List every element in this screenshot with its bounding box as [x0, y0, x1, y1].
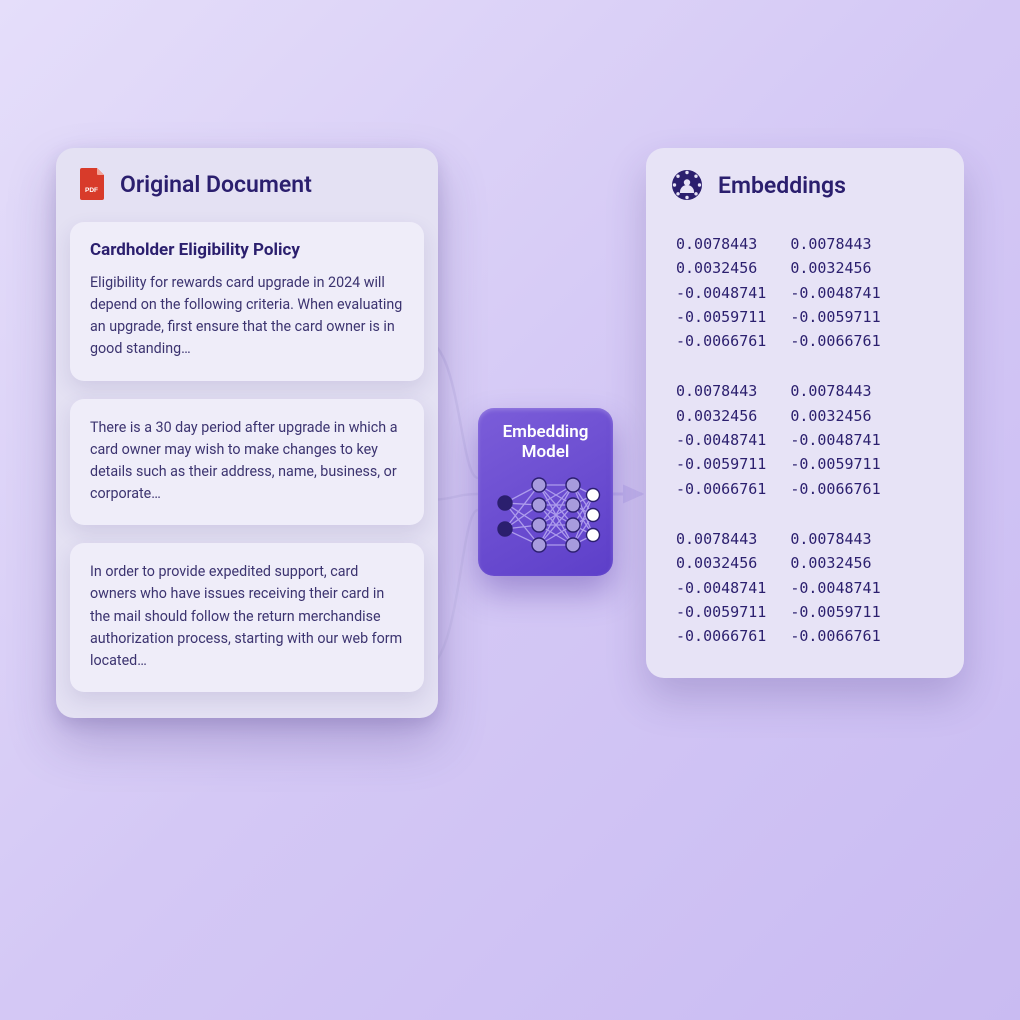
- embedding-value: -0.0066761: [790, 624, 880, 648]
- embedding-value: 0.0078443: [790, 527, 880, 551]
- embedding-value: -0.0066761: [790, 477, 880, 501]
- document-header: PDF Original Document: [56, 148, 438, 216]
- embedding-value: 0.0032456: [676, 256, 766, 280]
- embedding-value: 0.0032456: [790, 404, 880, 428]
- embeddings-column: 0.00784430.0032456-0.0048741-0.0059711-0…: [676, 379, 766, 500]
- pdf-icon: PDF: [80, 168, 106, 200]
- embedding-value: -0.0059711: [676, 600, 766, 624]
- embeddings-group: 0.00784430.0032456-0.0048741-0.0059711-0…: [676, 527, 940, 648]
- model-label-line: Model: [522, 442, 570, 462]
- document-body: Cardholder Eligibility Policy Eligibilit…: [56, 216, 438, 718]
- embeddings-column: 0.00784430.0032456-0.0048741-0.0059711-0…: [676, 527, 766, 648]
- embedding-value: -0.0048741: [790, 281, 880, 305]
- original-document-card: PDF Original Document Cardholder Eligibi…: [56, 148, 438, 718]
- embeddings-column: 0.00784430.0032456-0.0048741-0.0059711-0…: [790, 232, 880, 353]
- embeddings-column: 0.00784430.0032456-0.0048741-0.0059711-0…: [790, 527, 880, 648]
- embedding-model-label: Embedding Model: [503, 422, 589, 463]
- embedding-value: -0.0048741: [676, 281, 766, 305]
- embedding-value: -0.0059711: [790, 600, 880, 624]
- embedding-value: 0.0078443: [676, 527, 766, 551]
- embedding-value: 0.0032456: [676, 551, 766, 575]
- embedding-value: -0.0048741: [790, 428, 880, 452]
- embedding-value: 0.0032456: [790, 256, 880, 280]
- chunk-text: Eligibility for rewards card upgrade in …: [90, 272, 404, 361]
- embeddings-column: 0.00784430.0032456-0.0048741-0.0059711-0…: [790, 379, 880, 500]
- embeddings-card: Embeddings 0.00784430.0032456-0.0048741-…: [646, 148, 964, 678]
- diagram-canvas: PDF Original Document Cardholder Eligibi…: [0, 0, 1020, 1020]
- embedding-value: -0.0066761: [676, 477, 766, 501]
- embedding-value: -0.0059711: [676, 452, 766, 476]
- embeddings-group: 0.00784430.0032456-0.0048741-0.0059711-0…: [676, 232, 940, 353]
- embedding-value: 0.0078443: [790, 232, 880, 256]
- embeddings-column: 0.00784430.0032456-0.0048741-0.0059711-0…: [676, 232, 766, 353]
- document-title: Original Document: [120, 171, 312, 198]
- svg-text:PDF: PDF: [85, 187, 98, 194]
- embedding-value: -0.0066761: [790, 329, 880, 353]
- chunk-text: In order to provide expedited support, c…: [90, 561, 404, 672]
- document-chunk: In order to provide expedited support, c…: [70, 543, 424, 692]
- embedding-value: 0.0078443: [676, 232, 766, 256]
- chunk-text: There is a 30 day period after upgrade i…: [90, 417, 404, 506]
- embeddings-body: 0.00784430.0032456-0.0048741-0.0059711-0…: [646, 216, 964, 678]
- embedding-model-box: Embedding Model: [478, 408, 613, 576]
- embedding-value: -0.0066761: [676, 624, 766, 648]
- embedding-value: 0.0078443: [790, 379, 880, 403]
- embedding-value: 0.0078443: [676, 379, 766, 403]
- embedding-value: 0.0032456: [676, 404, 766, 428]
- chunk-heading: Cardholder Eligibility Policy: [90, 240, 404, 260]
- embedding-value: -0.0048741: [676, 576, 766, 600]
- embeddings-header: Embeddings: [646, 148, 964, 216]
- model-label-line: Embedding: [503, 422, 589, 442]
- embeddings-icon: [670, 168, 704, 202]
- embedding-value: 0.0032456: [790, 551, 880, 575]
- embedding-value: -0.0048741: [790, 576, 880, 600]
- embedding-value: -0.0059711: [790, 452, 880, 476]
- embedding-value: -0.0066761: [676, 329, 766, 353]
- embeddings-group: 0.00784430.0032456-0.0048741-0.0059711-0…: [676, 379, 940, 500]
- embedding-value: -0.0059711: [676, 305, 766, 329]
- document-chunk: Cardholder Eligibility Policy Eligibilit…: [70, 222, 424, 381]
- neural-network-icon: [491, 473, 601, 559]
- embedding-value: -0.0048741: [676, 428, 766, 452]
- embeddings-title: Embeddings: [718, 172, 846, 199]
- embedding-value: -0.0059711: [790, 305, 880, 329]
- document-chunk: There is a 30 day period after upgrade i…: [70, 399, 424, 526]
